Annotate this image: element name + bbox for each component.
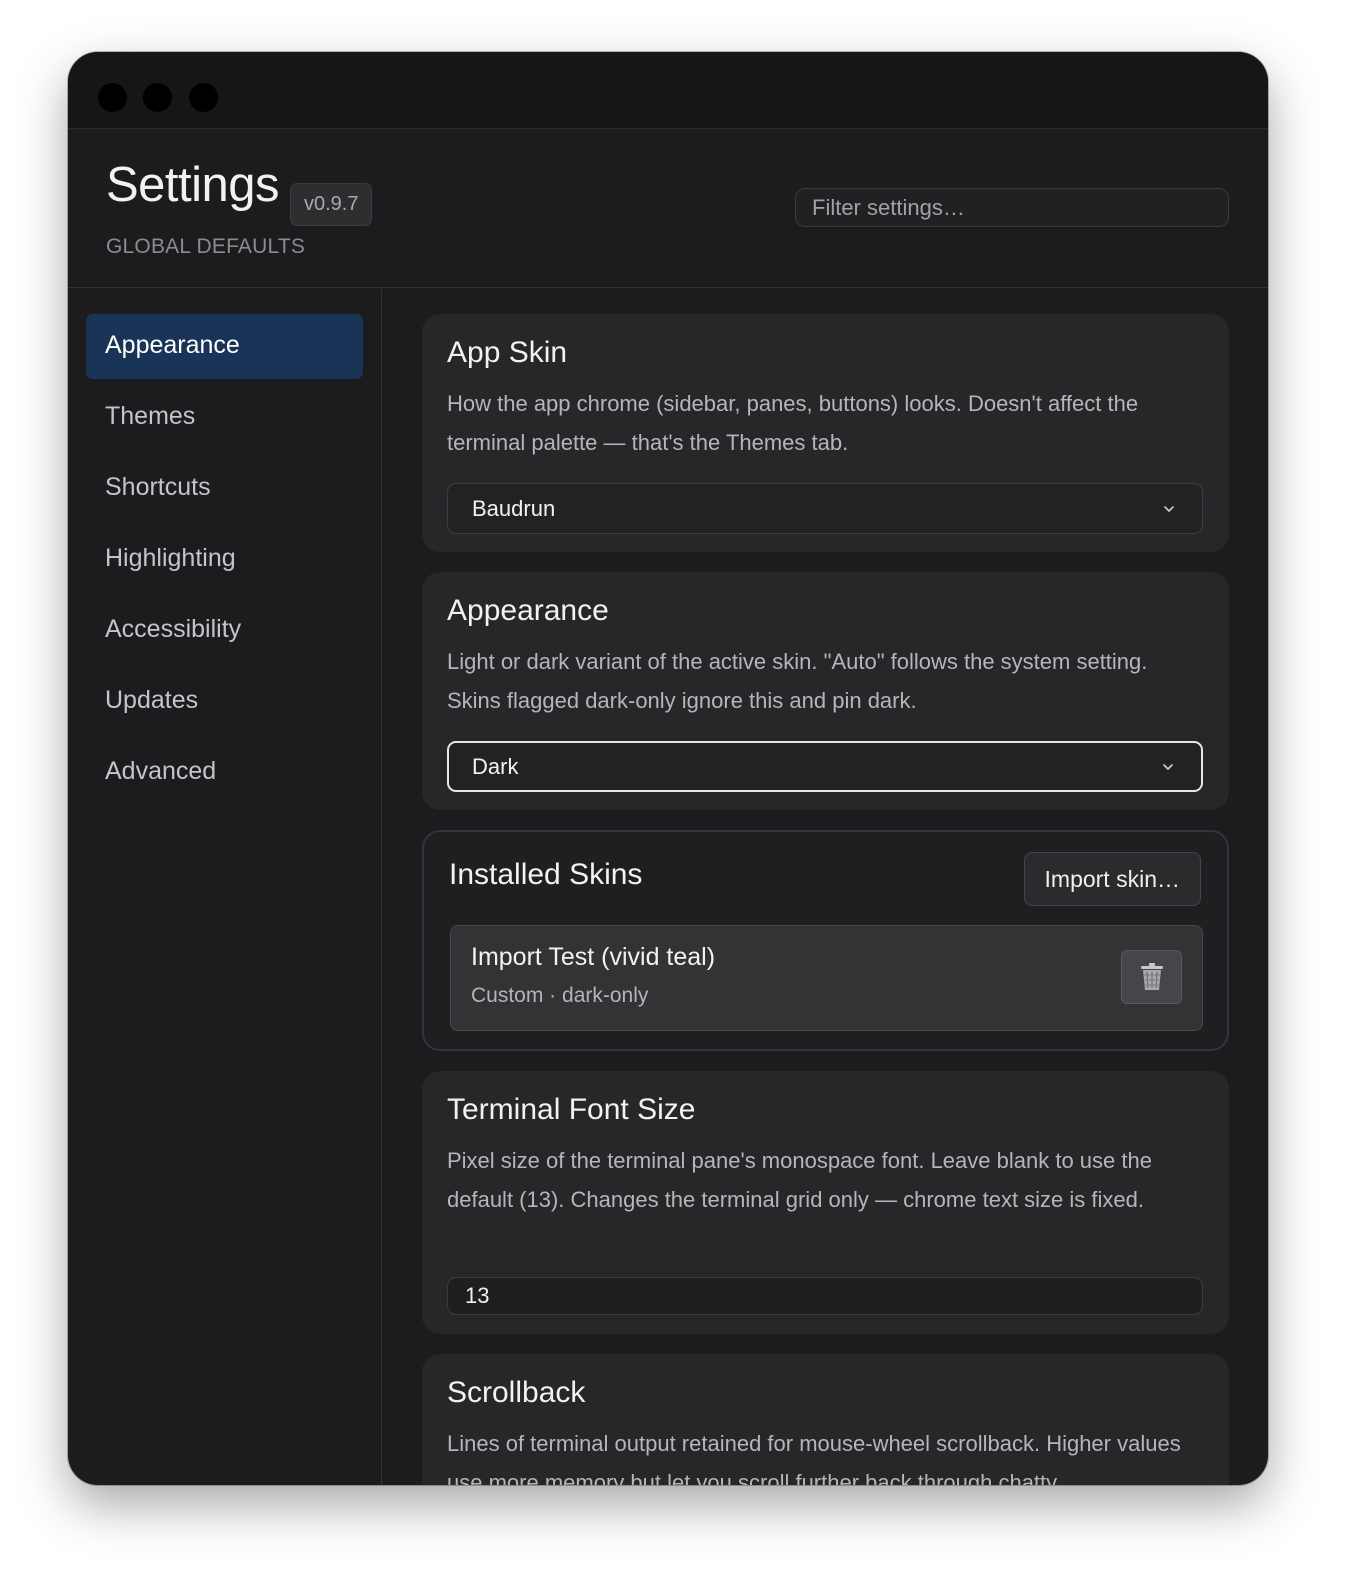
sidebar-item-updates[interactable]: Updates bbox=[86, 669, 363, 734]
window-close-button[interactable] bbox=[98, 83, 127, 112]
scrollback-title: Scrollback bbox=[447, 1376, 586, 1409]
settings-window: Settings v0.9.7 GLOBAL DEFAULTS Appearan… bbox=[68, 52, 1268, 1485]
app-skin-selected-value: Baudrun bbox=[472, 496, 556, 521]
sidebar-item-shortcuts[interactable]: Shortcuts bbox=[86, 456, 363, 521]
appearance-card: Appearance Light or dark variant of the … bbox=[422, 572, 1229, 810]
page-title: Settings bbox=[106, 158, 280, 212]
terminal-font-size-input[interactable] bbox=[447, 1277, 1203, 1315]
import-skin-button[interactable]: Import skin… bbox=[1023, 852, 1201, 906]
chevron-down-icon bbox=[1164, 505, 1174, 512]
sidebar-item-themes[interactable]: Themes bbox=[86, 385, 363, 450]
scrollback-description: Lines of terminal output retained for mo… bbox=[447, 1431, 1181, 1485]
terminal-font-size-description: Pixel size of the terminal pane's monosp… bbox=[447, 1148, 1152, 1212]
sidebar-item-advanced[interactable]: Advanced bbox=[86, 740, 363, 805]
terminal-font-size-title: Terminal Font Size bbox=[447, 1093, 696, 1126]
app-skin-title: App Skin bbox=[447, 336, 568, 369]
app-skin-select[interactable]: Baudrun bbox=[447, 483, 1203, 534]
installed-skins-card: Installed Skins Import skin… Import Test… bbox=[422, 830, 1229, 1051]
settings-content[interactable]: App Skin How the app chrome (sidebar, pa… bbox=[383, 289, 1268, 1485]
appearance-title: Appearance bbox=[447, 594, 609, 627]
sidebar-item-accessibility[interactable]: Accessibility bbox=[86, 598, 363, 663]
settings-sidebar: Appearance Themes Shortcuts Highlighting… bbox=[68, 289, 382, 1485]
skin-meta: Custom · dark-only bbox=[471, 984, 649, 1007]
skin-name: Import Test (vivid teal) bbox=[471, 943, 716, 971]
installed-skins-title: Installed Skins bbox=[449, 858, 643, 891]
appearance-selected-value: Dark bbox=[472, 754, 519, 779]
window-zoom-button[interactable] bbox=[189, 83, 218, 112]
filter-settings-input[interactable] bbox=[795, 188, 1229, 227]
installed-skin-item: Import Test (vivid teal) Custom · dark-o… bbox=[450, 925, 1203, 1031]
app-skin-description: How the app chrome (sidebar, panes, butt… bbox=[447, 391, 1139, 455]
sidebar-item-highlighting[interactable]: Highlighting bbox=[86, 527, 363, 592]
trash-icon bbox=[1141, 963, 1163, 990]
version-badge: v0.9.7 bbox=[290, 183, 373, 226]
delete-skin-button[interactable] bbox=[1121, 950, 1182, 1004]
appearance-description: Light or dark variant of the active skin… bbox=[447, 649, 1148, 713]
app-skin-card: App Skin How the app chrome (sidebar, pa… bbox=[422, 314, 1229, 552]
settings-header: Settings v0.9.7 GLOBAL DEFAULTS bbox=[68, 129, 1268, 288]
terminal-font-size-card: Terminal Font Size Pixel size of the ter… bbox=[422, 1071, 1229, 1334]
sidebar-item-appearance[interactable]: Appearance bbox=[86, 314, 363, 379]
scrollback-card: Scrollback Lines of terminal output reta… bbox=[422, 1354, 1229, 1485]
chevron-down-icon bbox=[1163, 763, 1173, 770]
scope-subtitle: GLOBAL DEFAULTS bbox=[106, 235, 306, 258]
appearance-select[interactable]: Dark bbox=[447, 741, 1203, 792]
window-minimize-button[interactable] bbox=[143, 83, 172, 112]
title-bar bbox=[68, 52, 1268, 129]
